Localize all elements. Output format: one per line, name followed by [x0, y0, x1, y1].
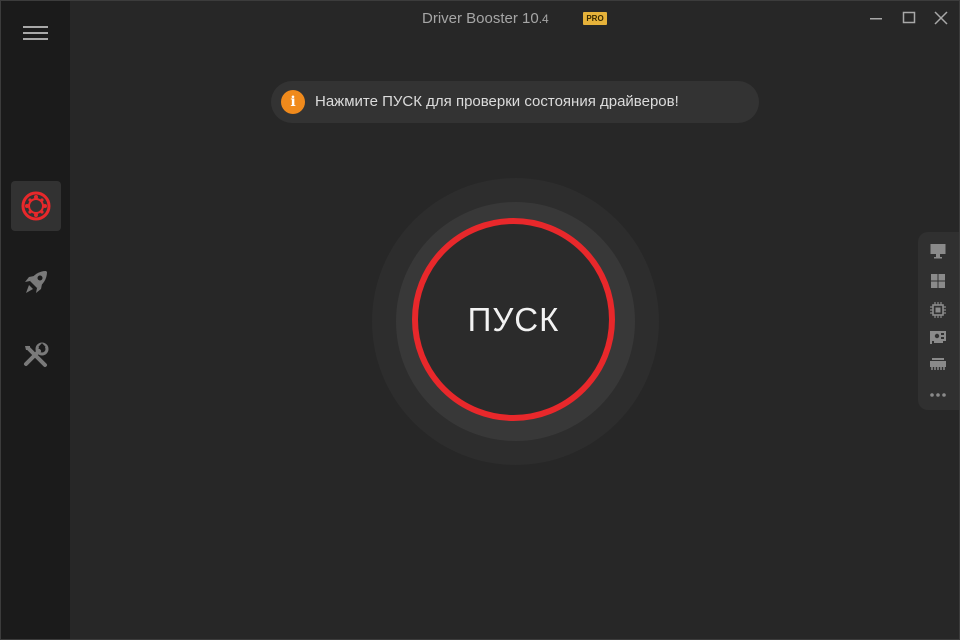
nav-tools[interactable] [11, 332, 61, 382]
close-icon [934, 11, 948, 25]
monitor-icon[interactable] [929, 242, 947, 260]
maximize-icon [902, 11, 916, 24]
chip-icon[interactable] [929, 301, 947, 319]
scan-button[interactable]: ПУСК [412, 218, 615, 421]
close-button[interactable] [931, 9, 951, 27]
scan-button-label: ПУСК [467, 300, 560, 338]
network-card-icon[interactable] [929, 328, 947, 346]
info-icon: i [281, 90, 305, 114]
minimize-button[interactable] [866, 9, 886, 27]
app-version: .4 [538, 12, 549, 26]
nav-boost[interactable] [11, 257, 61, 307]
scan-target-icon [21, 191, 51, 221]
memory-icon[interactable] [929, 355, 947, 373]
minimize-icon [870, 18, 882, 20]
pro-badge: PRO [583, 12, 607, 25]
hardware-panel [918, 232, 959, 410]
app-window: Driver Booster 10.4 PRO i Нажмите ПУСК д… [0, 0, 960, 640]
more-icon[interactable] [929, 386, 947, 404]
rocket-icon [25, 271, 47, 293]
nav-scan[interactable] [11, 181, 61, 231]
hamburger-menu-icon[interactable] [23, 26, 48, 40]
maximize-button[interactable] [899, 9, 919, 27]
sidebar [1, 1, 70, 639]
notice-banner: i Нажмите ПУСК для проверки состояния др… [271, 81, 759, 123]
title-bar: Driver Booster 10.4 PRO [70, 1, 959, 37]
tools-icon [24, 342, 49, 367]
app-title: Driver Booster 10.4 [422, 10, 549, 27]
windows-icon[interactable] [929, 272, 947, 290]
notice-text: Нажмите ПУСК для проверки состояния драй… [315, 93, 679, 110]
